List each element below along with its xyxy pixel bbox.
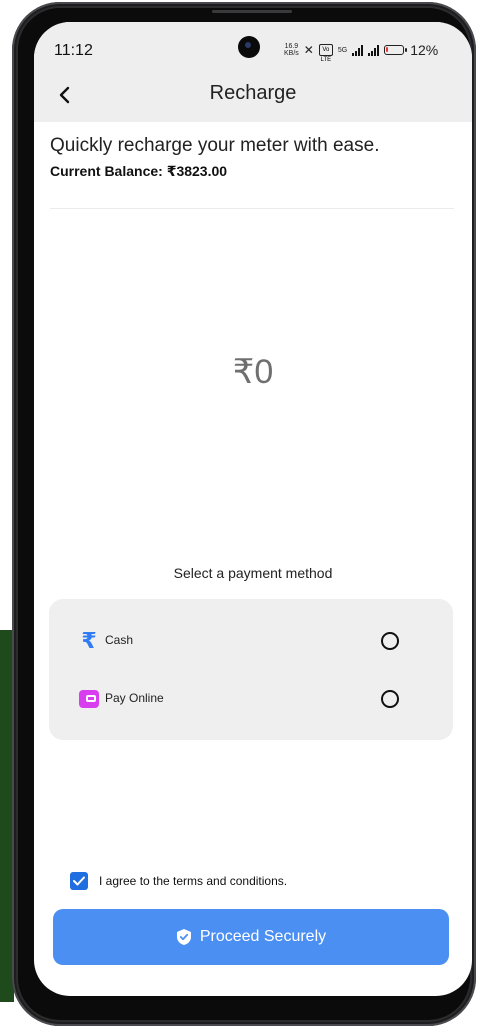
- current-balance: Current Balance: ₹3823.00: [50, 163, 228, 179]
- wallet-icon: [79, 689, 99, 709]
- app-header: 11:12 16.9 KB/s ✕ Vo LTE 5G 12% Recharge: [34, 22, 472, 122]
- amount-display[interactable]: ₹0: [34, 352, 472, 392]
- mute-icon: ✕: [303, 43, 314, 57]
- volte-badge: Vo LTE: [318, 44, 333, 63]
- page-subtitle: Quickly recharge your meter with ease.: [50, 135, 380, 156]
- status-icons: 16.9 KB/s ✕ Vo LTE 5G 12%: [284, 42, 439, 63]
- battery-icon: [384, 45, 408, 55]
- terms-checkbox[interactable]: [70, 872, 88, 890]
- section-divider: [50, 208, 454, 209]
- checkmark-icon: [73, 876, 85, 886]
- online-radio[interactable]: [381, 690, 399, 708]
- signal-icon-sim2: [368, 44, 380, 56]
- cash-radio[interactable]: [381, 632, 399, 650]
- network-type: 5G: [337, 46, 348, 54]
- payment-option-online[interactable]: Pay Online: [49, 677, 453, 721]
- payment-option-label: Pay Online: [105, 691, 164, 705]
- proceed-securely-button[interactable]: Proceed Securely: [53, 909, 449, 965]
- terms-row: I agree to the terms and conditions.: [70, 872, 287, 890]
- page-title: Recharge: [209, 82, 297, 104]
- payment-method-list: ₹ Cash Pay Online: [49, 599, 453, 740]
- rupee-icon: ₹: [81, 628, 97, 653]
- payment-option-label: Cash: [105, 633, 134, 647]
- battery-fill: [386, 47, 389, 52]
- front-camera: [238, 36, 260, 58]
- status-time: 11:12: [54, 42, 93, 59]
- proceed-label: Proceed Securely: [199, 928, 327, 945]
- network-speed-unit: KB/s: [284, 50, 299, 57]
- speaker-slot: [212, 10, 292, 13]
- network-speed: 16.9 KB/s: [284, 43, 299, 57]
- phone-screen: 11:12 16.9 KB/s ✕ Vo LTE 5G 12% Recharge…: [34, 22, 472, 996]
- payment-option-cash[interactable]: ₹ Cash: [49, 619, 453, 663]
- signal-icon: [352, 44, 364, 56]
- battery-percent: 12%: [410, 42, 439, 58]
- network-speed-value: 16.9: [284, 43, 299, 50]
- payment-method-heading: Select a payment method: [173, 565, 333, 581]
- shield-check-icon: [176, 928, 192, 946]
- terms-label[interactable]: I agree to the terms and conditions.: [99, 874, 287, 888]
